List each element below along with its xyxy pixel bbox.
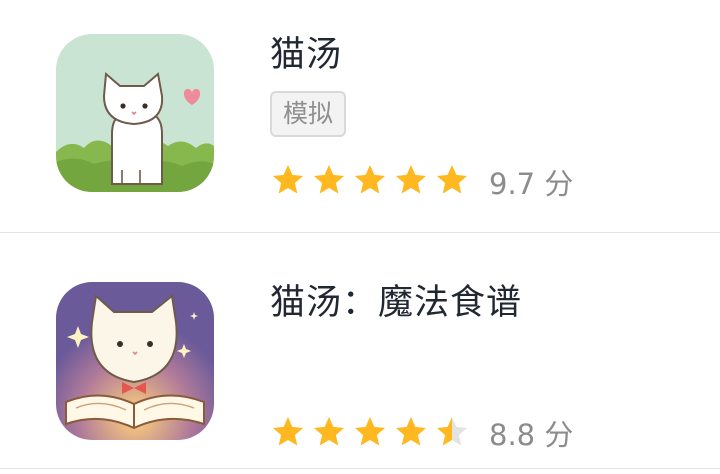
genre-tag[interactable]: 模拟	[270, 91, 347, 137]
star-filled-icon	[314, 165, 344, 194]
cat-soup-magic-recipe-app-icon[interactable]	[56, 282, 214, 440]
star-filled-icon	[396, 417, 426, 446]
cat-soup-app-icon[interactable]	[56, 34, 214, 192]
star-filled-icon	[314, 417, 344, 446]
star-filled-icon	[355, 165, 385, 194]
rating-score: 8.8 分	[489, 418, 574, 452]
rating-stars	[270, 162, 470, 198]
cat-with-magic-book-icon	[56, 282, 214, 440]
star-filled-icon	[273, 165, 303, 194]
star-filled-icon	[355, 417, 385, 446]
app-list: 猫汤 模拟 9.7 分 猫汤：魔法食谱 8.8 分	[0, 0, 720, 474]
app-list-item[interactable]: 猫汤 模拟 9.7 分	[0, 0, 720, 233]
star-half-icon	[437, 417, 467, 446]
rating-stars	[270, 414, 470, 450]
app-title[interactable]: 猫汤：魔法食谱	[270, 274, 522, 325]
app-title[interactable]: 猫汤	[270, 26, 342, 77]
white-cat-on-grass-icon	[56, 34, 214, 192]
app-list-item[interactable]: 猫汤：魔法食谱 8.8 分	[0, 236, 720, 469]
star-filled-icon	[437, 165, 467, 194]
star-filled-icon	[396, 165, 426, 194]
star-filled-icon	[273, 417, 303, 446]
rating-score: 9.7 分	[489, 167, 574, 201]
